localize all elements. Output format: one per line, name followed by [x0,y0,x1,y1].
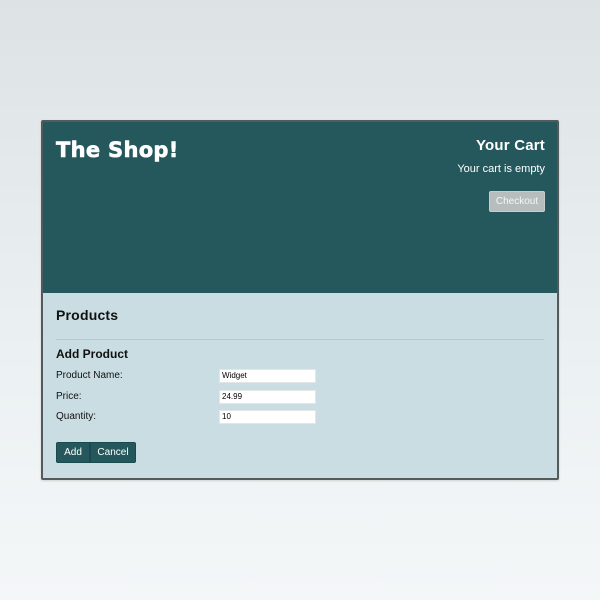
add-button[interactable]: Add [56,442,90,463]
price-row: Price: [56,390,356,404]
checkout-button[interactable]: Checkout [489,191,545,212]
shop-title: The Shop! [56,138,179,163]
quantity-input[interactable] [219,410,316,424]
products-section: Products Add Product Product Name: Price… [43,293,557,478]
product-name-row: Product Name: [56,369,356,383]
cancel-button[interactable]: Cancel [90,442,136,463]
cart-title: Your Cart [475,137,545,154]
product-name-label: Product Name: [56,370,123,381]
quantity-label: Quantity: [56,411,97,422]
form-actions: Add Cancel [56,442,136,463]
products-title: Products [56,307,119,323]
shop-header: The Shop! Your Cart Your cart is empty C… [43,122,557,294]
product-name-input[interactable] [219,369,316,383]
price-label: Price: [56,391,82,402]
cart-panel: Your Cart Your cart is empty Checkout [457,136,545,212]
cart-status: Your cart is empty [457,163,545,175]
quantity-row: Quantity: [56,410,356,424]
app-window: The Shop! Your Cart Your cart is empty C… [41,120,559,480]
price-input[interactable] [219,390,316,404]
add-product-title: Add Product [56,347,128,361]
section-divider [56,339,544,340]
